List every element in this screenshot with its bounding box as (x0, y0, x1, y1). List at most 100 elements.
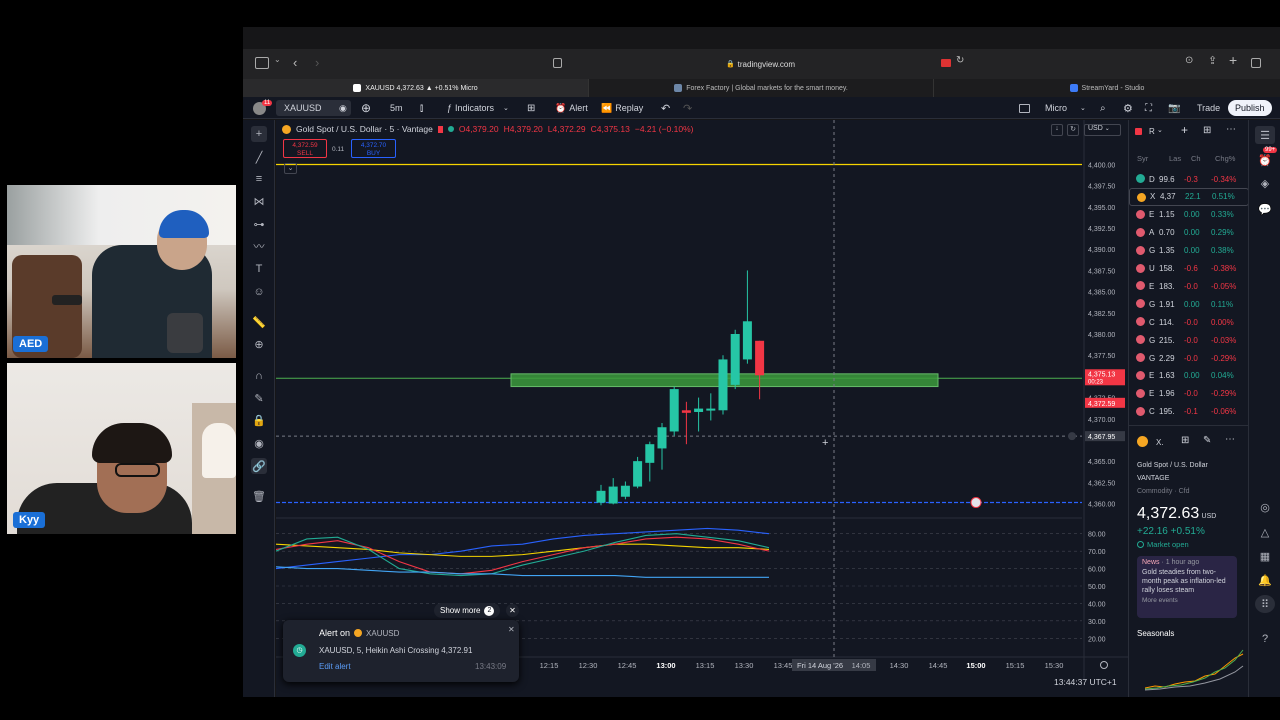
fullscreen-icon[interactable]: ⛶ (1145, 97, 1152, 119)
alerts-icon[interactable]: ⏰ (1255, 151, 1275, 169)
pattern-icon[interactable]: ⋈ (251, 193, 267, 209)
quick-search-icon[interactable]: ⌕ (1100, 97, 1106, 119)
layout-icon[interactable] (1019, 97, 1030, 119)
trash-icon[interactable]: 🗑 (251, 488, 267, 504)
candle-type-icon[interactable]: ⫾ (420, 97, 423, 119)
help-icon[interactable]: ? (1255, 630, 1275, 648)
more-icon[interactable]: ⋯ (1226, 124, 1236, 135)
address-bar[interactable]: 🔒 tradingview.com (548, 54, 973, 74)
user-avatar[interactable]: 11 (253, 97, 273, 119)
more-events-link[interactable]: More events (1142, 597, 1232, 604)
zoom-icon[interactable]: ⊕ (251, 336, 267, 352)
watchlist-row[interactable]: G 1.91 0.00 0.11% (1129, 295, 1249, 313)
col-symbol[interactable]: Syr (1137, 154, 1148, 163)
col-last[interactable]: Las (1169, 154, 1181, 163)
col-change[interactable]: Ch (1191, 154, 1201, 163)
watchlist-row[interactable]: X 4,37 22.1 0.51% (1129, 187, 1249, 206)
forecast-icon[interactable]: ⊶ (251, 216, 267, 232)
interval-button[interactable]: 5m (390, 97, 403, 119)
trade-button[interactable]: Trade (1191, 97, 1226, 119)
more-icon[interactable]: ⋯ (1225, 434, 1235, 445)
layers-icon[interactable]: ◈ (1255, 174, 1275, 192)
lock-icon[interactable]: 🔒 (251, 412, 267, 428)
sell-button[interactable]: 4,372.59 SELL (283, 139, 327, 158)
camera-icon[interactable]: 📷 (1168, 97, 1180, 119)
tab-tradingview[interactable]: XAUUSD 4,372.63 ▲ +0.51% Micro (243, 79, 588, 97)
add-symbol-icon[interactable]: + (1181, 123, 1188, 137)
brush-icon[interactable]: 〰 (251, 238, 267, 254)
currency-selector[interactable]: USD ⌄ (1084, 124, 1121, 136)
watchlist-row[interactable]: G 215. -0.0 -0.03% (1129, 331, 1249, 349)
settings-icon[interactable]: ⚙ (1123, 97, 1133, 119)
eye-icon[interactable]: ◉ (251, 435, 267, 451)
layout-grid-icon[interactable]: ⊞ (1181, 435, 1189, 446)
watchlist-row[interactable]: C 195. -0.1 -0.06% (1129, 403, 1249, 421)
download-arrow-icon[interactable]: ↓ (1051, 124, 1063, 136)
templates-icon[interactable]: ⊞ (527, 97, 535, 119)
replay-button[interactable]: ⏪ Replay (601, 97, 643, 119)
watchlist-row[interactable]: E 1.96 -0.0 -0.29% (1129, 385, 1249, 403)
tab-forexfactory[interactable]: Forex Factory | Global markets for the s… (588, 79, 933, 97)
footer-clock[interactable]: 13:44:37 UTC+1 (1054, 677, 1117, 687)
watchlist-name[interactable]: R (1149, 127, 1155, 136)
collapse-legend-icon[interactable]: ⌄ (284, 163, 297, 174)
tab-streamyard[interactable]: StreamYard - Studio (933, 79, 1280, 97)
watchlist-row[interactable]: U 158. -0.6 -0.38% (1129, 260, 1249, 278)
close-icon[interactable]: ✕ (508, 625, 515, 634)
alert-button[interactable]: ⏰ Alert (555, 97, 588, 119)
watchlist-row[interactable]: C 114. -0.0 0.00% (1129, 313, 1249, 331)
download-icon[interactable]: ⊙ (1185, 55, 1193, 66)
chart-pane[interactable]: 4,400.00 4,397.50 4,395.00 4,392.50 4,390.00… (276, 120, 1128, 697)
edit-alert-link[interactable]: Edit alert (319, 662, 351, 671)
dismiss-all-icon[interactable]: ✕ (506, 604, 519, 617)
col-change-pct[interactable]: Chg% (1215, 154, 1235, 163)
watchlist-row[interactable]: A 0.70 0.00 0.29% (1129, 224, 1249, 242)
watchlist-row[interactable]: D 99.6 -0.3 -0.34% (1129, 170, 1249, 188)
link-icon[interactable]: 🔗 (251, 458, 267, 474)
publish-button[interactable]: Publish (1228, 100, 1272, 116)
stay-drawing-icon[interactable]: ✎ (251, 390, 267, 406)
magnet-icon[interactable]: ∩ (251, 368, 267, 384)
undo-icon[interactable]: ↶ (661, 97, 670, 119)
compare-add-icon[interactable]: ⊕ (361, 97, 371, 119)
trend-line-icon[interactable]: ╱ (251, 149, 267, 165)
news-card[interactable]: News · 1 hour ago Gold steadies from two… (1137, 556, 1237, 618)
layout-name-button[interactable]: Micro ⌄ (1045, 97, 1086, 119)
back-icon[interactable]: ‹ (293, 55, 297, 70)
share-icon[interactable]: ⇪ (1208, 54, 1217, 67)
calendar-icon[interactable]: ▦ (1255, 547, 1275, 565)
watchlist-row[interactable]: G 1.35 0.00 0.38% (1129, 242, 1249, 260)
apps-icon[interactable]: ⠿ (1255, 595, 1275, 613)
fib-icon[interactable]: ≡ (251, 171, 267, 187)
crosshair-icon[interactable]: + (251, 126, 267, 142)
watchlist-row[interactable]: E 1.63 0.00 0.04% (1129, 367, 1249, 385)
show-more-button[interactable]: Show more 2 (434, 603, 501, 618)
sync-icon[interactable]: ↻ (1067, 124, 1079, 136)
chevron-down-icon[interactable]: ⌄ (274, 55, 281, 64)
chat-icon[interactable]: 💬 (1255, 200, 1275, 218)
watchlist-row[interactable]: G 2.29 -0.0 -0.29% (1129, 349, 1249, 367)
indicators-button[interactable]: ƒ Indicators ⌄ (447, 97, 509, 119)
bell-icon[interactable]: 🔔 (1255, 571, 1275, 589)
reload-icon[interactable]: ↻ (956, 55, 964, 66)
buy-button[interactable]: 4,372.70 BUY (351, 139, 396, 158)
sidebar-toggle-icon[interactable] (255, 57, 269, 69)
chart-canvas[interactable]: 4,400.00 4,397.50 4,395.00 4,392.50 4,390.00… (276, 120, 1128, 697)
text-icon[interactable]: T (251, 261, 267, 277)
delta-icon[interactable]: △ (1255, 523, 1275, 541)
emoji-icon[interactable]: ☺ (251, 284, 267, 300)
extension-icon[interactable] (941, 59, 951, 67)
chevron-down-icon[interactable]: ⌄ (1157, 126, 1163, 134)
ruler-icon[interactable]: 📏 (251, 314, 267, 330)
watchlist-icon[interactable]: ☰ (1255, 126, 1275, 144)
redo-icon[interactable]: ↷ (683, 97, 692, 119)
watchlist-row[interactable]: E 183. -0.0 -0.05% (1129, 277, 1249, 295)
tabs-overview-icon[interactable] (1251, 58, 1261, 68)
watchlist-row[interactable]: E 1.15 0.00 0.33% (1129, 206, 1249, 224)
eye-icon[interactable]: ◉ (339, 97, 347, 119)
target-icon[interactable]: ◎ (1255, 498, 1275, 516)
edit-icon[interactable]: ✎ (1203, 435, 1211, 446)
forward-icon[interactable]: › (315, 55, 319, 70)
new-tab-icon[interactable]: + (1229, 52, 1237, 68)
advanced-view-icon[interactable]: ⊞ (1203, 125, 1211, 136)
